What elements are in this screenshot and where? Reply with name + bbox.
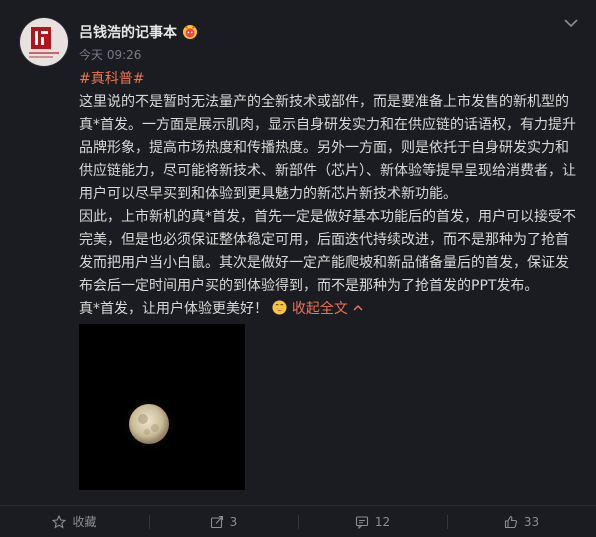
- post-paragraph-3: 真*首发，让用户体验更美好！: [79, 301, 268, 317]
- post-paragraph-1: 这里说的不是暂时无法量产的全新技术或部件，而是要准备上市发售的新机型的真*首发。…: [79, 94, 576, 202]
- action-bar: 收藏 3 12 33: [0, 506, 596, 537]
- post-paragraph-3-line: 真*首发，让用户体验更美好！ 收起全文: [79, 298, 579, 321]
- like-button[interactable]: 33: [447, 506, 596, 537]
- like-count: 33: [523, 514, 540, 529]
- share-icon: [210, 515, 223, 528]
- comment-button[interactable]: 12: [298, 506, 447, 537]
- post-paragraph-2: 因此，上市新机的真*首发，首先一定是做好基本功能后的首发，用户可以接受不完美，但…: [79, 209, 576, 294]
- thumbs-up-icon: [504, 515, 517, 528]
- comment-count: 12: [374, 514, 391, 529]
- post-image-moon[interactable]: [79, 324, 245, 490]
- favorite-button[interactable]: 收藏: [0, 506, 149, 537]
- author-name[interactable]: 吕钱浩的记事本: [79, 22, 177, 42]
- avatar[interactable]: [20, 18, 68, 66]
- weibo-post-card: 吕钱浩的记事本 今天 09:26 #真科普# 这里说的不是暂时无法量产的全新技术…: [0, 0, 596, 537]
- repost-button[interactable]: 3: [149, 506, 298, 537]
- post-time: 今天 09:26: [79, 48, 142, 62]
- repost-count: 3: [229, 514, 238, 529]
- favorite-label: 收藏: [72, 515, 97, 529]
- post-content: #真科普# 这里说的不是暂时无法量产的全新技术或部件，而是要准备上市发售的新机型…: [79, 68, 579, 321]
- hashtag-link[interactable]: #真科普#: [79, 71, 144, 87]
- grinning-face-emoji: [272, 300, 287, 315]
- comment-icon: [355, 515, 368, 529]
- chevron-down-icon[interactable]: [562, 16, 580, 30]
- star-icon: [52, 514, 67, 529]
- chevron-up-icon: [353, 304, 363, 311]
- collapse-full-text-link[interactable]: 收起全文: [292, 301, 364, 317]
- vip-badge-icon: [183, 25, 197, 39]
